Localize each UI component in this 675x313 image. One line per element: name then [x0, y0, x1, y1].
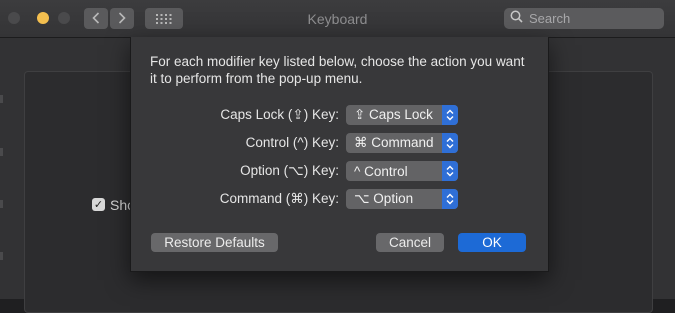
search-field[interactable] — [504, 8, 664, 29]
edge-marker — [0, 252, 3, 260]
option-value: ^ Control — [354, 163, 408, 179]
keyboard-window: Keyboard ✓ Sho For each modifier key lis… — [0, 0, 675, 313]
option-popup[interactable]: ^ Control — [346, 161, 458, 181]
restore-defaults-button[interactable]: Restore Defaults — [151, 233, 278, 252]
control-popup[interactable]: ⌘ Command — [346, 133, 458, 153]
caps-lock-label: Caps Lock (⇪) Key: — [220, 107, 339, 122]
modifier-keys-sheet: For each modifier key listed below, choo… — [130, 37, 549, 272]
edge-marker — [0, 200, 3, 208]
updown-arrows-icon — [442, 133, 458, 153]
updown-arrows-icon — [442, 189, 458, 209]
caps-lock-value: ⇪ Caps Lock — [354, 107, 433, 122]
edge-marker — [0, 95, 3, 103]
sheet-prompt: For each modifier key listed below, choo… — [150, 54, 525, 86]
search-icon — [504, 10, 529, 28]
ok-button[interactable]: OK — [458, 233, 526, 252]
updown-arrows-icon — [442, 105, 458, 125]
command-popup[interactable]: ⌥ Option — [346, 189, 458, 209]
title-bar: Keyboard — [0, 0, 675, 38]
command-label: Command (⌘) Key: — [219, 191, 339, 206]
control-value: ⌘ Command — [354, 135, 434, 150]
control-label: Control (^) Key: — [245, 135, 339, 150]
updown-arrows-icon — [442, 161, 458, 181]
edge-marker — [0, 148, 3, 156]
option-label: Option (⌥) Key: — [240, 163, 339, 178]
command-value: ⌥ Option — [354, 191, 414, 206]
cancel-button[interactable]: Cancel — [376, 233, 444, 252]
checkmark-icon: ✓ — [93, 199, 104, 211]
caps-lock-popup[interactable]: ⇪ Caps Lock — [346, 105, 458, 125]
search-input[interactable] — [529, 11, 649, 26]
background-checkbox[interactable]: ✓ — [92, 198, 105, 211]
